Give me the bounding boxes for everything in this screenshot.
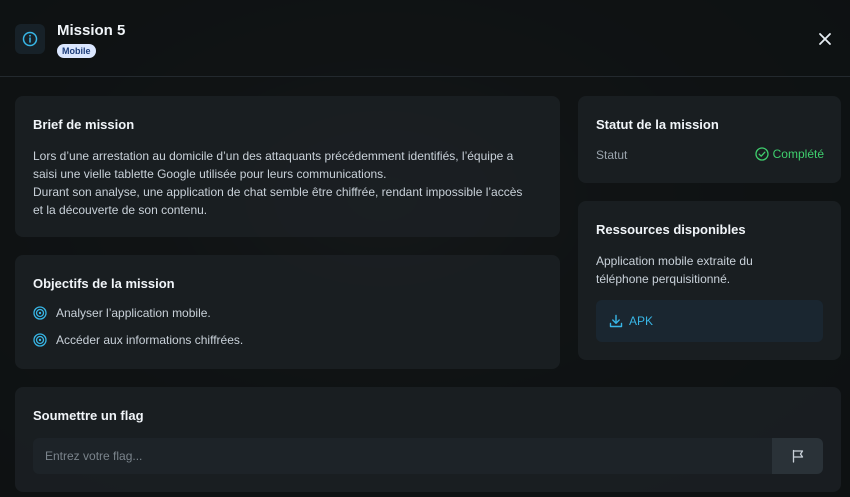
- objective-text: Accéder aux informations chiffrées.: [56, 333, 244, 347]
- target-icon: [33, 306, 47, 320]
- status-badge: Complété: [754, 147, 824, 161]
- info-icon: [15, 24, 45, 54]
- resources-description: Application mobile extraite du téléphone…: [596, 254, 753, 286]
- close-button[interactable]: [816, 30, 834, 48]
- brief-title: Brief de mission: [33, 117, 135, 132]
- mission-modal: Mission 5 Mobile Brief de mission Lors d…: [0, 0, 850, 497]
- target-icon: [33, 333, 47, 347]
- flag-icon: [792, 449, 803, 463]
- submit-flag-button[interactable]: [772, 438, 823, 474]
- resources-card: Ressources disponibles Application mobil…: [578, 201, 841, 360]
- flag-input[interactable]: [33, 438, 772, 474]
- status-card: Statut de la mission Statut Complété: [578, 96, 841, 183]
- modal-header: Mission 5 Mobile: [0, 0, 850, 77]
- apk-download-button[interactable]: APK: [596, 300, 823, 342]
- check-circle-icon: [754, 147, 769, 161]
- brief-card: Brief de mission Lors d’une arrestation …: [15, 96, 560, 237]
- brief-text: Lors d’une arrestation au domicile d’un …: [33, 147, 533, 219]
- objectives-card: Objectifs de la mission Analyser l’appli…: [15, 255, 560, 369]
- apk-label: APK: [629, 314, 654, 328]
- objectives-title: Objectifs de la mission: [33, 276, 175, 291]
- objective-item: Accéder aux informations chiffrées.: [33, 333, 243, 347]
- status-title: Statut de la mission: [596, 117, 719, 132]
- status-value: Complété: [772, 147, 824, 161]
- mission-title: Mission 5: [57, 22, 126, 39]
- category-badge: Mobile: [57, 44, 96, 58]
- objective-item: Analyser l’application mobile.: [33, 306, 211, 320]
- brief-paragraph: Lors d’une arrestation au domicile d’un …: [33, 149, 514, 181]
- resources-title: Ressources disponibles: [596, 222, 746, 237]
- status-label: Statut: [596, 148, 628, 162]
- objective-text: Analyser l’application mobile.: [56, 306, 211, 320]
- flag-title: Soumettre un flag: [33, 408, 144, 423]
- close-icon: [819, 33, 831, 45]
- flag-card: Soumettre un flag: [15, 387, 841, 492]
- download-icon: [609, 314, 623, 328]
- brief-paragraph: Durant son analyse, une application de c…: [33, 185, 523, 217]
